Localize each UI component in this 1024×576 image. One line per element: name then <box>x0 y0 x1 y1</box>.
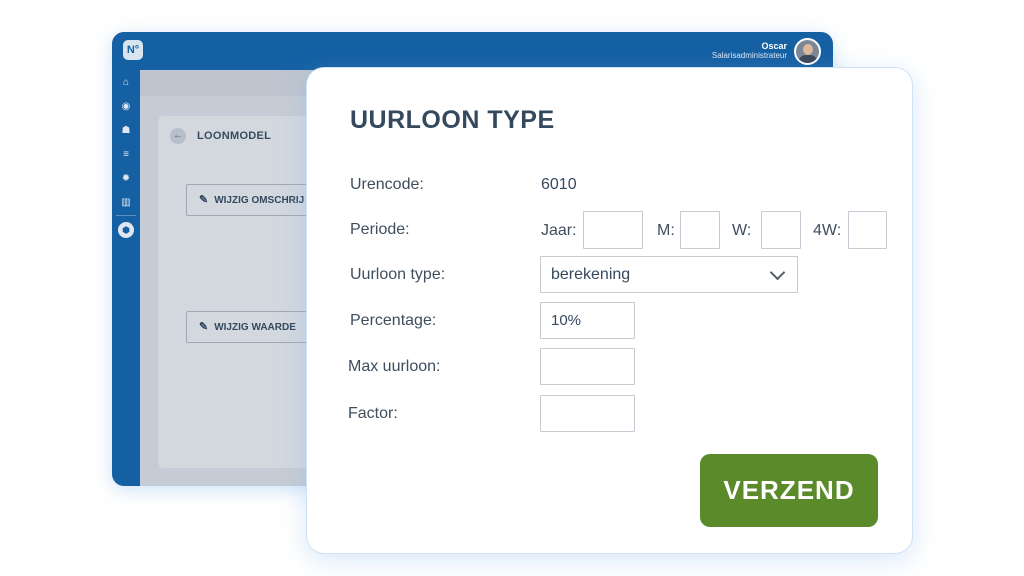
m-label: M: <box>657 222 675 239</box>
jaar-input[interactable] <box>583 211 643 249</box>
4w-input[interactable] <box>848 211 887 249</box>
percentage-input[interactable] <box>540 302 635 339</box>
w-input[interactable] <box>761 211 801 249</box>
edit-value-label: WIJZIG WAARDE <box>214 322 296 333</box>
pencil-icon: ✎ <box>199 194 209 206</box>
urencode-value: 6010 <box>541 176 577 193</box>
gear-icon[interactable]: ✹ <box>119 172 133 186</box>
app-logo[interactable]: N° <box>123 40 143 60</box>
submit-button[interactable]: VERZEND <box>700 454 878 527</box>
back-arrow-icon[interactable]: ← <box>170 128 186 144</box>
sidebar-divider <box>116 215 136 216</box>
list-icon[interactable]: ≡ <box>119 148 133 162</box>
jaar-label: Jaar: <box>541 222 577 239</box>
app-sidebar: ⌂ ◉ ☗ ≡ ✹ ▥ ⬢ <box>112 70 140 486</box>
avatar-body <box>798 55 818 63</box>
max-uurloon-input[interactable] <box>540 348 635 385</box>
chart-icon[interactable]: ▥ <box>119 196 133 210</box>
uurloon-type-select[interactable]: berekening <box>540 256 798 293</box>
w-label: W: <box>732 222 752 239</box>
app-header: N° Oscar Salarisadministrateur <box>112 32 833 70</box>
user-info: Oscar Salarisadministrateur <box>712 41 787 61</box>
uurloon-type-label: Uurloon type: <box>350 266 446 283</box>
user-role: Salarisadministrateur <box>711 51 787 60</box>
factor-label: Factor: <box>348 405 398 422</box>
compass-icon[interactable]: ◉ <box>119 100 133 114</box>
factor-input[interactable] <box>540 395 635 432</box>
users-icon[interactable]: ☗ <box>119 124 133 138</box>
modal-title: UURLOON TYPE <box>350 106 555 134</box>
4w-label: 4W: <box>813 222 842 239</box>
percentage-label: Percentage: <box>350 312 437 329</box>
m-input[interactable] <box>680 211 720 249</box>
chevron-down-icon <box>769 264 786 281</box>
avatar[interactable] <box>794 38 821 65</box>
uurloon-type-modal: UURLOON TYPE Urencode: 6010 Periode: Jaa… <box>306 67 913 554</box>
card-title: LOONMODEL <box>197 130 272 142</box>
periode-label: Periode: <box>350 221 410 238</box>
edit-description-label: WIJZIG OMSCHRIJ <box>214 195 305 206</box>
urencode-label: Urencode: <box>350 176 424 193</box>
max-uurloon-label: Max uurloon: <box>348 358 441 375</box>
user-name: Oscar <box>761 41 787 51</box>
lock-icon[interactable]: ⬢ <box>118 222 134 238</box>
avatar-head <box>803 44 813 55</box>
pencil-icon: ✎ <box>199 321 209 333</box>
home-icon[interactable]: ⌂ <box>119 76 133 90</box>
uurloon-type-value: berekening <box>551 266 631 283</box>
